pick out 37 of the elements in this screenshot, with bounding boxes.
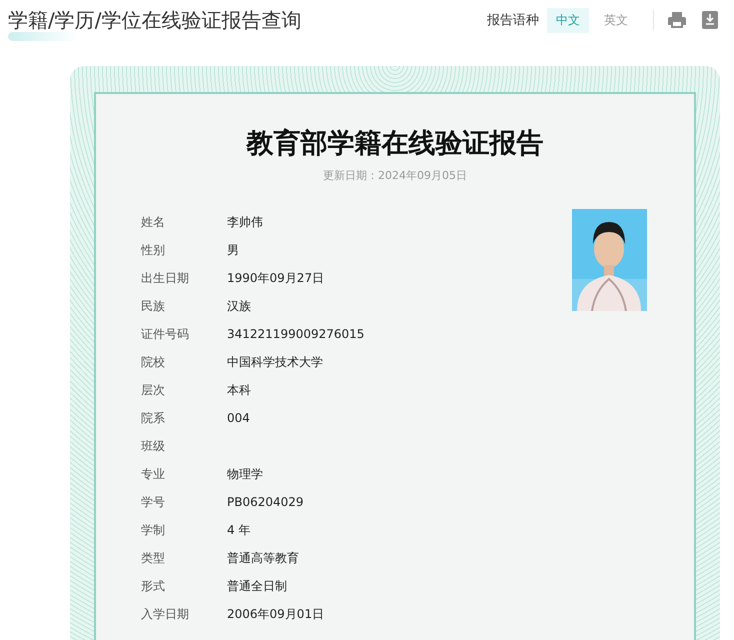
field-label: 班级	[141, 438, 166, 455]
field-value: 李帅伟	[227, 214, 264, 231]
field-value: PB06204029	[227, 494, 305, 511]
field-label: 形式	[141, 578, 166, 595]
field-value: 普通高等教育	[227, 550, 300, 567]
field-label: 民族	[141, 298, 166, 315]
field-value: 男	[227, 242, 240, 259]
report-title: 教育部学籍在线验证报告	[245, 127, 544, 161]
language-tab[interactable]: 中文	[547, 8, 589, 32]
field-value: 本科	[227, 382, 252, 399]
field-label: 专业	[141, 466, 166, 483]
field-label: 类型	[141, 550, 166, 567]
language-tab[interactable]: 英文	[595, 8, 637, 32]
field-label: 姓名	[141, 214, 166, 231]
field-label: 层次	[141, 382, 166, 399]
language-label: 报告语种	[487, 12, 539, 29]
field-value: 物理学	[227, 466, 264, 483]
field-label: 出生日期	[141, 270, 190, 287]
field-value: 2006年09月01日	[227, 606, 326, 623]
page-title: 学籍/学历/学位在线验证报告查询	[8, 8, 302, 32]
field-value: 普通全日制	[227, 578, 288, 595]
field-label: 院校	[141, 354, 166, 371]
update-date: 更新日期：2024年09月05日	[322, 168, 468, 183]
field-label: 学制	[141, 522, 166, 539]
print-icon[interactable]	[668, 11, 686, 29]
field-label: 院系	[141, 410, 166, 427]
field-value: 中国科学技术大学	[227, 354, 324, 371]
field-label: 学号	[141, 494, 166, 511]
field-label: 证件号码	[141, 326, 190, 343]
field-label: 性别	[141, 242, 166, 259]
field-value: 1990年09月27日	[227, 270, 326, 287]
field-value: 汉族	[227, 298, 252, 315]
field-label: 入学日期	[141, 606, 190, 623]
download-icon[interactable]	[702, 11, 718, 29]
field-value: 004	[227, 410, 251, 427]
field-value: 4 年	[227, 522, 252, 539]
field-value: 341221199009276015	[227, 326, 366, 343]
